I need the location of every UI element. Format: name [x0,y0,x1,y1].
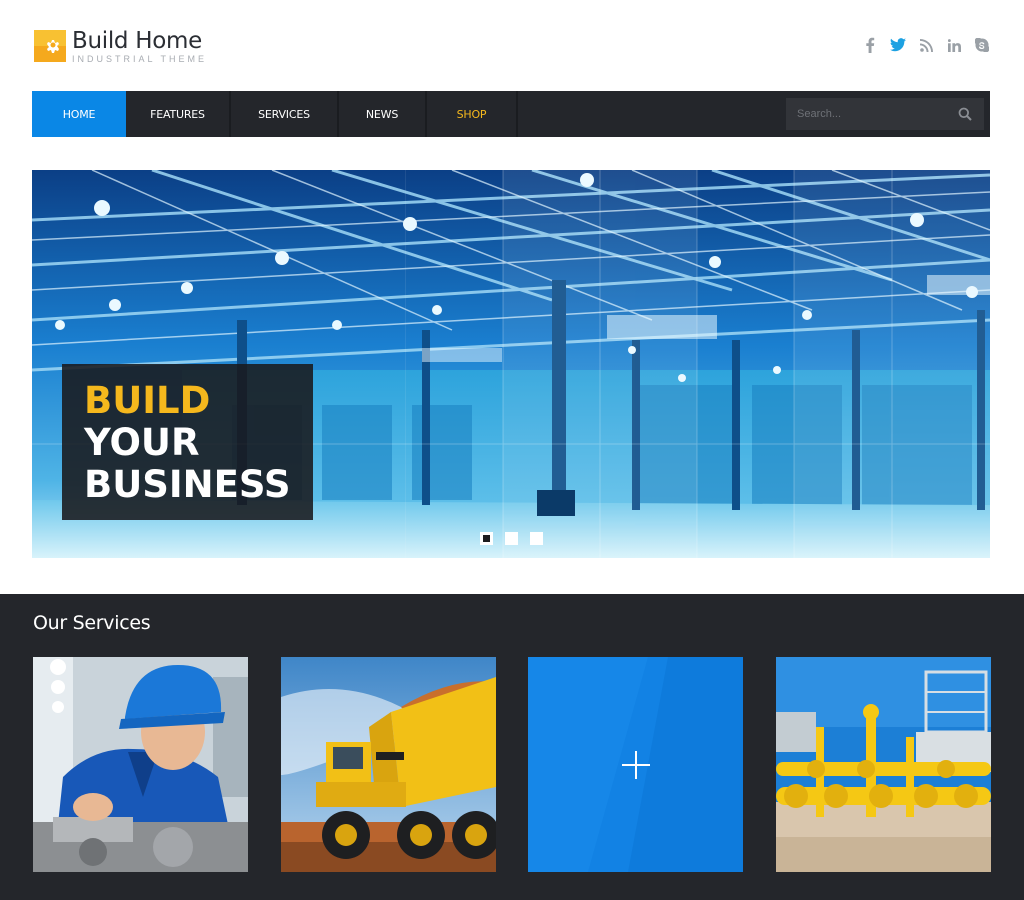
hero-line-3: BUSINESS [84,463,291,506]
dump-truck-image [281,657,496,872]
slider-pagination [480,532,543,545]
services-section: Our Services [0,594,1024,900]
hero-caption: BUILD YOUR BUSINESS [62,364,313,520]
service-tile-engineer[interactable] [33,657,248,872]
service-tile-truck[interactable] [281,657,496,872]
nav-item-news[interactable]: NEWS [339,91,427,137]
search-box [786,98,984,130]
hero-line-1: BUILD [84,379,211,422]
slider-dot-1[interactable] [480,532,493,545]
main-nav: HOME FEATURES SERVICES NEWS SHOP [32,91,990,137]
services-title: Our Services [33,612,151,634]
slider-dot-2[interactable] [505,532,518,545]
social-links [862,36,990,54]
service-tile-hover[interactable] [528,657,743,872]
pipeline-image [776,657,991,872]
logo-subtitle: INDUSTRIAL THEME [72,54,208,64]
nav-item-services[interactable]: SERVICES [231,91,339,137]
slider-dot-3[interactable] [530,532,543,545]
facebook-icon[interactable] [862,36,878,54]
logo-gear-icon [34,30,66,62]
linkedin-icon[interactable] [946,36,962,54]
skype-icon[interactable] [974,36,990,54]
logo[interactable]: Build Home INDUSTRIAL THEME [34,28,207,64]
nav-item-shop[interactable]: SHOP [427,91,518,137]
hero-line-2: YOUR [84,421,200,464]
twitter-icon[interactable] [890,36,906,54]
search-input[interactable] [786,108,951,120]
logo-title: Build Home [72,28,202,54]
engineer-image [33,657,248,872]
hero-slider[interactable]: BUILD YOUR BUSINESS [32,170,990,558]
site-header: Build Home INDUSTRIAL THEME [0,0,1024,91]
nav-item-features[interactable]: FEATURES [126,91,231,137]
plus-icon[interactable] [620,749,652,781]
nav-item-home[interactable]: HOME [32,91,126,137]
rss-icon[interactable] [918,36,934,54]
search-icon[interactable] [958,107,972,121]
service-tile-pipes[interactable] [776,657,991,872]
